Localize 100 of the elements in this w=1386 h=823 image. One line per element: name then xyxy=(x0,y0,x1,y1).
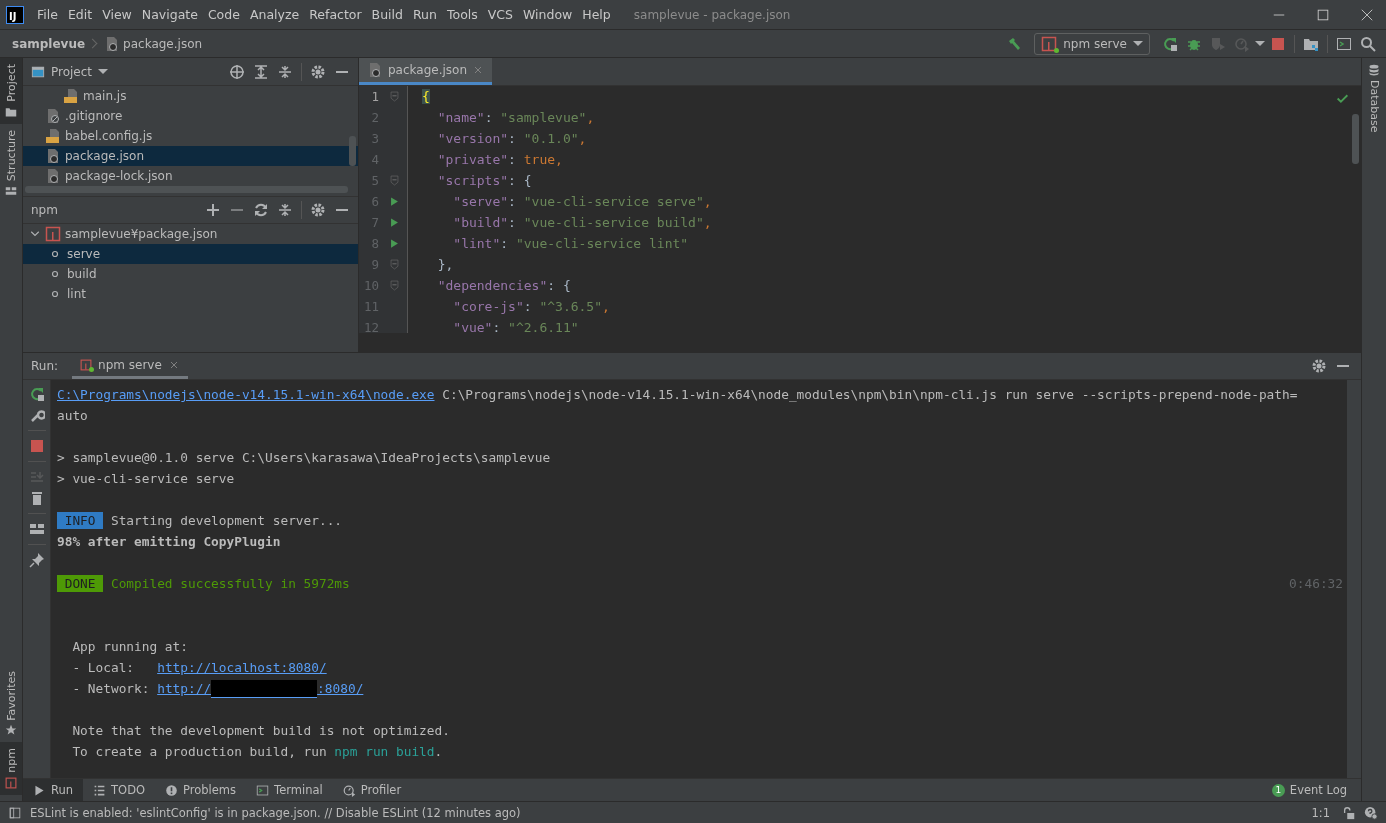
scrollbar-thumb[interactable] xyxy=(349,136,356,166)
layout-icon[interactable] xyxy=(28,521,45,537)
breadcrumb[interactable]: package.json xyxy=(104,35,203,52)
tool-window-tab[interactable]: Structure xyxy=(0,123,22,203)
settings-icon[interactable] xyxy=(310,63,326,80)
tool-tab[interactable]: TODO xyxy=(83,779,156,801)
menu-item[interactable]: Window xyxy=(518,7,578,22)
scrollbar-thumb[interactable] xyxy=(1352,114,1359,164)
menu-item[interactable]: VCS xyxy=(482,7,518,22)
menu-item[interactable]: Run xyxy=(408,7,442,22)
punctuation: : { xyxy=(547,278,571,293)
run-icon[interactable] xyxy=(388,217,400,228)
tool-window-tab[interactable]: Favorites xyxy=(0,664,22,743)
plus-icon[interactable] xyxy=(205,202,221,218)
string-literal: "^3.6.5" xyxy=(539,299,603,314)
npm-icon xyxy=(1041,35,1058,52)
tree-item[interactable]: package.json xyxy=(23,146,358,166)
stop-icon[interactable] xyxy=(28,438,45,454)
locate-icon[interactable] xyxy=(229,63,245,80)
search-icon[interactable] xyxy=(1360,35,1376,52)
panel-toggle-icon[interactable] xyxy=(8,805,22,820)
string-literal: "^2.6.11" xyxy=(508,320,579,333)
json-file-icon xyxy=(367,62,383,78)
tree-item[interactable]: .gitignore xyxy=(23,106,358,126)
link[interactable]: :8080/ xyxy=(317,681,364,696)
refresh-icon[interactable] xyxy=(253,202,269,218)
link[interactable]: C:\Programs\nodejs\node-v14.15.1-win-x64\node.exe xyxy=(57,387,435,402)
menu-item[interactable]: Edit xyxy=(62,7,98,22)
menu-item[interactable]: Refactor xyxy=(304,7,367,22)
console-text: auto xyxy=(57,408,88,423)
string-literal: "0.1.0" xyxy=(523,131,579,146)
tool-tab[interactable]: Problems xyxy=(155,779,247,801)
database-icon xyxy=(1368,64,1380,76)
console-text: - Local: xyxy=(71,660,136,675)
event-log-tab[interactable]: 1 Event Log xyxy=(1261,779,1357,801)
editor-tab[interactable]: package.json xyxy=(359,58,492,85)
breadcrumb[interactable]: samplevue xyxy=(12,36,86,51)
menu-item[interactable]: Help xyxy=(577,7,616,22)
tree-item[interactable]: main.js xyxy=(23,86,358,106)
tree-item[interactable]: serve xyxy=(23,244,358,264)
info-icon xyxy=(165,783,179,797)
close-icon[interactable] xyxy=(1360,7,1374,22)
hammer-icon[interactable] xyxy=(1006,35,1023,52)
punctuation: : xyxy=(500,236,510,251)
caret-position[interactable]: 1:1 xyxy=(1311,805,1330,820)
punctuation: : xyxy=(508,194,517,209)
stop-icon[interactable] xyxy=(1270,35,1286,52)
menu-item[interactable]: Code xyxy=(202,7,245,22)
tree-item[interactable]: build xyxy=(23,264,358,284)
rerun-icon[interactable] xyxy=(1162,35,1178,52)
tree-item[interactable]: samplevue¥package.json xyxy=(23,224,358,244)
console-text: App running at: xyxy=(71,639,188,654)
collapse-all-icon[interactable] xyxy=(277,63,293,80)
pin-icon[interactable] xyxy=(28,552,45,568)
menu-item[interactable]: View xyxy=(97,7,137,22)
console-text: Compiled successfully in 5972ms xyxy=(109,576,350,591)
keyword: true, xyxy=(523,152,563,167)
terminal-icon[interactable] xyxy=(1336,35,1352,52)
list-icon xyxy=(93,783,107,797)
menu-item[interactable]: File xyxy=(32,7,63,22)
tool-tab[interactable]: Terminal xyxy=(246,779,333,801)
project-view-dropdown[interactable]: Project xyxy=(31,64,109,79)
check-icon xyxy=(1336,92,1349,105)
tool-window-tab[interactable]: npm xyxy=(0,742,22,795)
tool-tab[interactable]: Profiler xyxy=(332,779,412,801)
tree-item[interactable]: package-lock.json xyxy=(23,166,358,186)
menu-item[interactable]: Tools xyxy=(441,7,483,22)
punctuation: : xyxy=(508,131,517,146)
tree-item[interactable]: lint xyxy=(23,284,358,304)
lock-icon[interactable] xyxy=(1342,805,1356,820)
settings-icon[interactable] xyxy=(1311,358,1327,374)
menu-item[interactable]: Build xyxy=(366,7,408,22)
menu-item[interactable]: Navigate xyxy=(136,7,203,22)
maximize-icon[interactable] xyxy=(1316,7,1330,22)
run-icon[interactable] xyxy=(388,238,400,249)
tool-window-tab[interactable]: Database xyxy=(1362,58,1386,139)
settings-icon[interactable] xyxy=(310,202,326,218)
json-key: "lint" xyxy=(422,236,501,251)
menu-item[interactable]: Analyze xyxy=(244,7,305,22)
tree-item[interactable]: babel.config.js xyxy=(23,126,358,146)
run-icon[interactable] xyxy=(388,196,400,207)
expand-all-icon[interactable] xyxy=(253,63,269,80)
collapse-all-icon[interactable] xyxy=(277,202,293,218)
npm-icon xyxy=(80,358,93,371)
console-text: 98% after emitting CopyPlugin xyxy=(57,534,281,549)
run-config-dropdown[interactable]: npm serve xyxy=(1034,32,1150,55)
tool-tab[interactable]: Run xyxy=(23,779,84,801)
help-icon[interactable] xyxy=(1364,805,1378,820)
keyword: , xyxy=(703,194,712,209)
play-icon xyxy=(33,783,46,797)
rerun-icon[interactable] xyxy=(28,386,45,402)
json-key: "serve" xyxy=(422,194,509,209)
console-text: C:\Programs\nodejs\node-v14.15.1-win-x64\node_modules\npm\bin\npm-cli.js run serve --scripts-prepend-node-path= xyxy=(441,387,1298,402)
js-file-icon xyxy=(63,88,79,104)
tool-window-tab[interactable]: Project xyxy=(0,58,22,124)
caret-icon[interactable] xyxy=(1254,41,1266,46)
link[interactable]: http://localhost:8080/ xyxy=(157,660,327,675)
link[interactable]: http:// xyxy=(157,681,212,696)
app-logo: IJ xyxy=(6,5,24,24)
window-title: samplevue - package.json xyxy=(633,7,791,22)
